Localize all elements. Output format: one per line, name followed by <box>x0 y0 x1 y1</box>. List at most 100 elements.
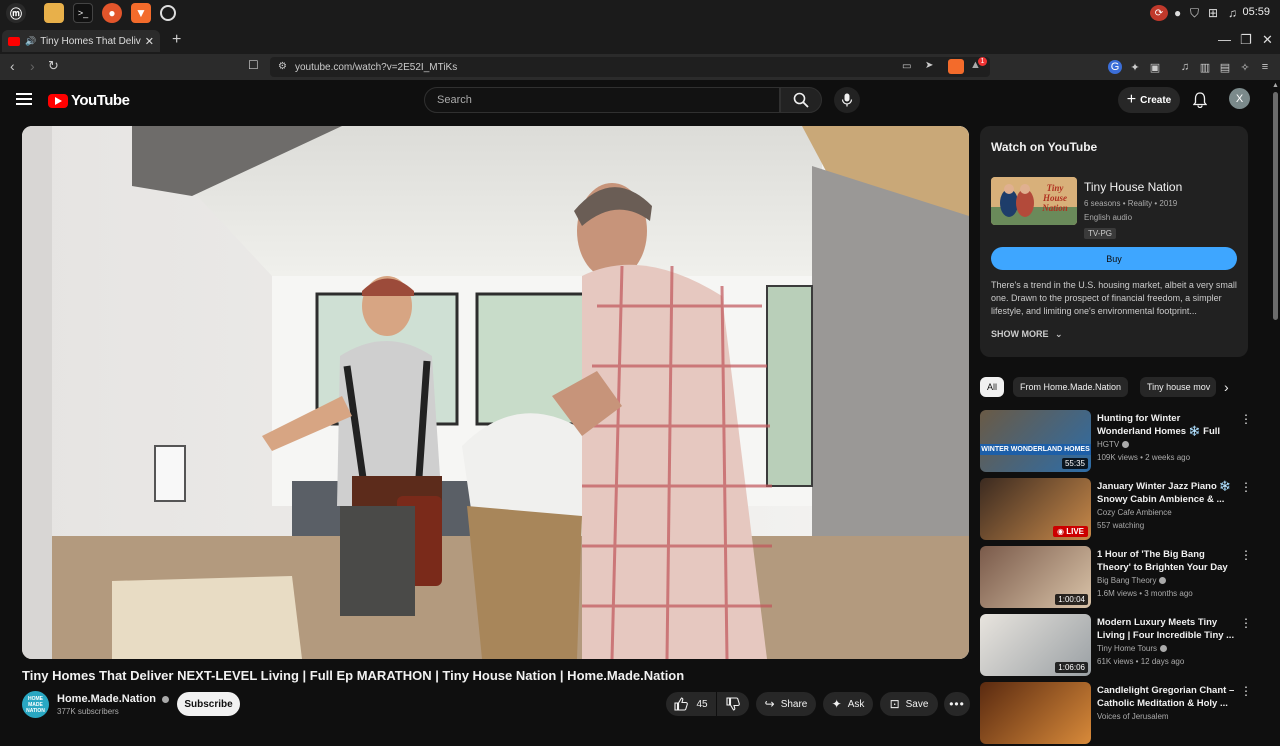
subscriber-count: 377K subscribers <box>57 707 119 716</box>
save-button[interactable]: ⊡ Save <box>880 692 938 716</box>
scrollbar-thumb[interactable] <box>1273 92 1278 320</box>
minimize-icon[interactable]: — <box>1218 32 1231 47</box>
recommendation-item[interactable]: Candlelight Gregorian Chant – Catholic M… <box>980 682 1252 746</box>
recommendation-item[interactable]: WINTER WONDERLAND HOMES 55:35 Hunting for … <box>980 410 1252 474</box>
thumbs-up-icon <box>674 697 689 711</box>
ask-label: Ask <box>847 698 865 710</box>
screenshot-icon[interactable]: ▣ <box>1148 60 1162 74</box>
recommendation-title[interactable]: January Winter Jazz Piano ❄️ Snowy Cabin… <box>1097 480 1235 506</box>
video-player[interactable] <box>22 126 969 659</box>
reload-icon[interactable]: ↻ <box>48 58 59 74</box>
recommendation-thumbnail[interactable] <box>980 682 1091 744</box>
browser-menu-icon[interactable]: ≡ <box>1258 60 1272 74</box>
recommendation-title[interactable]: Modern Luxury Meets Tiny Living | Four I… <box>1097 616 1235 642</box>
recommendation-thumbnail[interactable]: 1:00:04 <box>980 546 1091 608</box>
chip-tiny-house-movies[interactable]: Tiny house mov <box>1140 377 1216 397</box>
close-tab-icon[interactable]: ✕ <box>145 35 154 48</box>
shield-tray-icon[interactable]: ⛉ <box>1190 5 1199 21</box>
puzzle-icon[interactable]: ✦ <box>1128 60 1142 74</box>
terminal-app-icon[interactable]: >_ <box>73 3 93 23</box>
thumbs-down-icon <box>726 697 740 711</box>
cast-icon[interactable]: ▭ <box>902 61 911 72</box>
recommendation-thumbnail[interactable]: 1:06:06 <box>980 614 1091 676</box>
duration-badge: 1:00:04 <box>1055 594 1088 605</box>
recommendation-title[interactable]: Hunting for Winter Wonderland Homes ❄️ F… <box>1097 412 1235 438</box>
wallet-icon[interactable]: ▤ <box>1218 60 1232 74</box>
notifications-button[interactable] <box>1190 89 1210 111</box>
speaker-icon[interactable]: 🔊 <box>25 36 36 47</box>
search-button[interactable] <box>780 87 822 113</box>
more-actions-button[interactable]: ••• <box>944 692 970 716</box>
more-vertical-icon[interactable]: ⋮ <box>1240 548 1252 562</box>
recommendation-item[interactable]: ◉ LIVE January Winter Jazz Piano ❄️ Snowy… <box>980 478 1252 542</box>
youtube-logo[interactable]: YouTube <box>48 92 130 109</box>
send-icon[interactable]: ➤ <box>925 60 933 71</box>
video-frame <box>22 126 969 659</box>
watch-card-heading: Watch on YouTube <box>991 140 1098 154</box>
more-vertical-icon[interactable]: ⋮ <box>1240 684 1252 698</box>
buy-button[interactable]: Buy <box>991 247 1237 270</box>
sidebar-icon[interactable]: ▥ <box>1198 60 1212 74</box>
show-title[interactable]: Tiny House Nation <box>1084 180 1182 194</box>
show-poster[interactable]: Tiny House Nation <box>991 177 1077 225</box>
forward-icon[interactable]: › <box>30 58 35 74</box>
scroll-up-icon[interactable]: ▲ <box>1272 82 1279 89</box>
chips-next-chevron-icon[interactable]: › <box>1224 379 1229 395</box>
site-info-icon[interactable]: ⚙ <box>278 61 287 72</box>
maximize-icon[interactable]: ❐ <box>1240 32 1252 48</box>
recommendation-thumbnail[interactable]: ◉ LIVE <box>980 478 1091 540</box>
browser-tab[interactable]: 🔊 Tiny Homes That Deliver N ✕ <box>2 30 160 52</box>
recommendation-channel[interactable]: Tiny Home Tours <box>1097 644 1168 653</box>
dot-tray-icon[interactable]: ● <box>1174 5 1181 21</box>
network-tray-icon[interactable]: ⊞ <box>1208 5 1218 21</box>
page-scrollbar[interactable]: ▲ <box>1270 80 1280 720</box>
new-tab-button[interactable]: + <box>172 31 181 49</box>
channel-avatar[interactable]: HOME MADE NATION <box>22 691 49 718</box>
recommendation-thumbnail[interactable]: WINTER WONDERLAND HOMES 55:35 <box>980 410 1091 472</box>
share-button[interactable]: ↪ Share <box>756 692 816 716</box>
chip-all[interactable]: All <box>980 377 1005 397</box>
address-bar[interactable]: ⚙ youtube.com/watch?v=2E52I_MTiKs ▭ ➤ ▲ … <box>270 57 990 77</box>
chrome-app-icon[interactable] <box>160 5 176 21</box>
close-window-icon[interactable]: ✕ <box>1262 32 1273 48</box>
like-button[interactable]: 45 <box>666 692 716 716</box>
recommendation-channel[interactable]: Big Bang Theory <box>1097 576 1167 585</box>
more-vertical-icon[interactable]: ⋮ <box>1240 616 1252 630</box>
media-icon[interactable]: ♫ <box>1178 60 1192 74</box>
recommendation-channel[interactable]: HGTV <box>1097 440 1130 449</box>
hamburger-menu-icon[interactable] <box>16 91 32 107</box>
brave-app-icon[interactable]: ▼ <box>131 3 151 23</box>
search-input[interactable]: Search <box>424 87 780 113</box>
more-vertical-icon[interactable]: ⋮ <box>1240 480 1252 494</box>
back-icon[interactable]: ‹ <box>10 58 15 74</box>
music-tray-icon[interactable]: ♫ <box>1228 5 1237 21</box>
bookmark-icon[interactable]: ☐ <box>248 58 259 72</box>
channel-name[interactable]: Home.Made.Nation <box>57 693 170 705</box>
profile-extension-icon[interactable]: G <box>1108 60 1122 74</box>
browser-toolbar: ‹ › ↻ ☐ ⚙ youtube.com/watch?v=2E52I_MTiK… <box>0 54 1280 80</box>
firefox-app-icon[interactable]: ● <box>102 3 122 23</box>
recommendation-title[interactable]: Candlelight Gregorian Chant – Catholic M… <box>1097 684 1235 710</box>
create-button[interactable]: + Create <box>1118 87 1180 113</box>
files-app-icon[interactable] <box>44 3 64 23</box>
youtube-header: YouTube Search + Create X <box>0 80 1270 120</box>
dislike-button[interactable] <box>717 692 749 716</box>
show-more-button[interactable]: SHOW MORE ⌄ <box>991 329 1063 340</box>
recommendation-item[interactable]: 1:06:06 Modern Luxury Meets Tiny Living |… <box>980 614 1252 678</box>
recommendation-item[interactable]: 1:00:04 1 Hour of 'The Big Bang Theory' t… <box>980 546 1252 610</box>
more-vertical-icon[interactable]: ⋮ <box>1240 412 1252 426</box>
clock[interactable]: 05:59 <box>1242 6 1270 18</box>
voice-search-button[interactable] <box>834 87 860 113</box>
account-avatar[interactable]: X <box>1229 88 1250 109</box>
ask-button[interactable]: ✦ Ask <box>823 692 873 716</box>
recommendation-channel[interactable]: Cozy Cafe Ambience <box>1097 508 1172 517</box>
plus-icon: + <box>1126 91 1137 108</box>
mint-menu-icon[interactable]: ⓜ <box>6 3 26 23</box>
recommendation-title[interactable]: 1 Hour of 'The Big Bang Theory' to Brigh… <box>1097 548 1235 574</box>
subscribe-button[interactable]: Subscribe <box>177 692 240 716</box>
chip-from-channel[interactable]: From Home.Made.Nation <box>1013 377 1129 397</box>
leo-ai-icon[interactable]: ✧ <box>1238 60 1252 74</box>
brave-shield-icon[interactable] <box>948 59 964 74</box>
update-tray-icon[interactable]: ⟳ <box>1150 5 1168 21</box>
show-audio: English audio <box>1084 213 1133 222</box>
